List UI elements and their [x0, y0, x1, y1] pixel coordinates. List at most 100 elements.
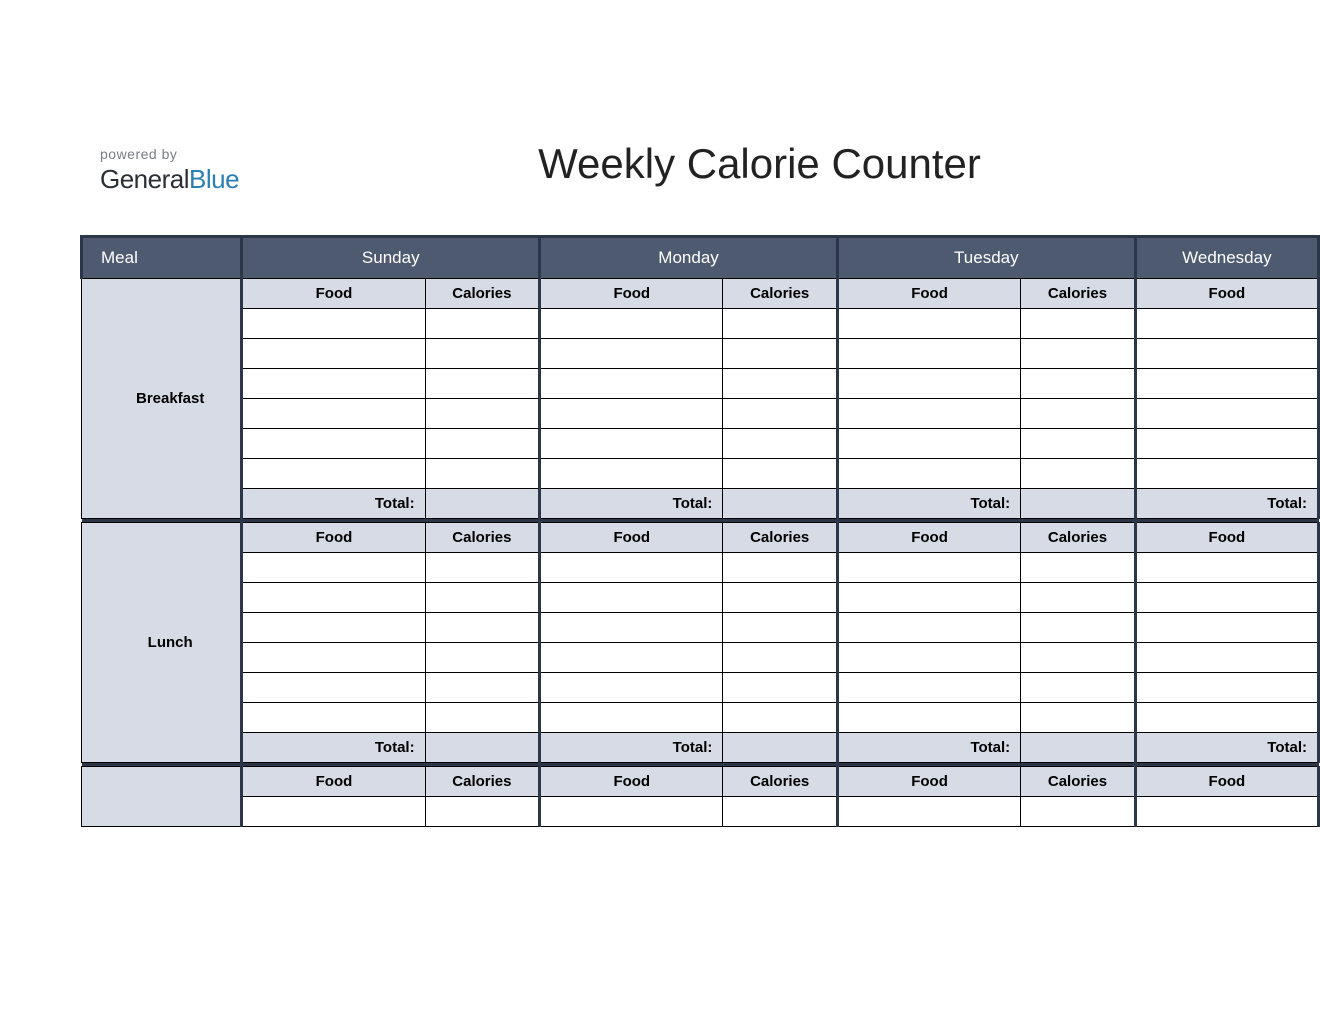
subheader-food: Food [1135, 767, 1318, 797]
calories-cell[interactable] [723, 553, 838, 583]
subheader-calories: Calories [1021, 767, 1136, 797]
calories-cell[interactable] [723, 643, 838, 673]
subheader-food: Food [242, 279, 425, 309]
calories-cell[interactable] [1021, 583, 1136, 613]
food-cell[interactable] [242, 643, 425, 673]
food-cell[interactable] [242, 339, 425, 369]
food-cell[interactable] [837, 309, 1020, 339]
food-cell[interactable] [1135, 399, 1318, 429]
calories-cell[interactable] [425, 673, 540, 703]
calories-cell[interactable] [425, 703, 540, 733]
food-cell[interactable] [242, 553, 425, 583]
calories-cell[interactable] [723, 797, 838, 827]
calories-cell[interactable] [723, 429, 838, 459]
food-cell[interactable] [837, 797, 1020, 827]
entry-row [82, 309, 1319, 339]
calories-cell[interactable] [1021, 429, 1136, 459]
calories-cell[interactable] [723, 583, 838, 613]
food-cell[interactable] [837, 643, 1020, 673]
calories-cell[interactable] [723, 459, 838, 489]
calories-cell[interactable] [425, 583, 540, 613]
food-cell[interactable] [837, 399, 1020, 429]
entry-row [82, 429, 1319, 459]
food-cell[interactable] [1135, 429, 1318, 459]
calories-cell[interactable] [425, 553, 540, 583]
food-cell[interactable] [540, 369, 723, 399]
calories-cell[interactable] [723, 673, 838, 703]
calories-cell[interactable] [1021, 613, 1136, 643]
food-cell[interactable] [540, 613, 723, 643]
food-cell[interactable] [1135, 797, 1318, 827]
food-cell[interactable] [1135, 369, 1318, 399]
calories-cell[interactable] [425, 429, 540, 459]
food-cell[interactable] [837, 459, 1020, 489]
calories-cell[interactable] [425, 643, 540, 673]
food-cell[interactable] [837, 703, 1020, 733]
food-cell[interactable] [1135, 703, 1318, 733]
calories-cell[interactable] [723, 399, 838, 429]
calories-cell[interactable] [1021, 703, 1136, 733]
food-cell[interactable] [242, 583, 425, 613]
food-cell[interactable] [837, 673, 1020, 703]
calories-cell[interactable] [425, 797, 540, 827]
food-cell[interactable] [1135, 553, 1318, 583]
calories-cell[interactable] [425, 309, 540, 339]
food-cell[interactable] [837, 339, 1020, 369]
calories-cell[interactable] [1021, 797, 1136, 827]
calories-cell[interactable] [1021, 459, 1136, 489]
calories-cell[interactable] [425, 613, 540, 643]
subheader-calories: Calories [723, 279, 838, 309]
calories-cell[interactable] [1021, 339, 1136, 369]
food-cell[interactable] [540, 553, 723, 583]
calories-cell[interactable] [425, 459, 540, 489]
food-cell[interactable] [1135, 309, 1318, 339]
food-cell[interactable] [1135, 459, 1318, 489]
food-cell[interactable] [837, 583, 1020, 613]
food-cell[interactable] [242, 309, 425, 339]
calorie-table: Meal Sunday Monday Tuesday Wednesday Bre… [80, 235, 1320, 827]
calories-cell[interactable] [723, 339, 838, 369]
food-cell[interactable] [540, 399, 723, 429]
calories-cell[interactable] [723, 309, 838, 339]
food-cell[interactable] [242, 459, 425, 489]
calories-cell[interactable] [723, 369, 838, 399]
calories-cell[interactable] [1021, 369, 1136, 399]
food-cell[interactable] [837, 553, 1020, 583]
calories-cell[interactable] [425, 399, 540, 429]
food-cell[interactable] [540, 459, 723, 489]
food-cell[interactable] [242, 673, 425, 703]
food-cell[interactable] [242, 429, 425, 459]
calories-cell[interactable] [425, 369, 540, 399]
food-cell[interactable] [242, 703, 425, 733]
food-cell[interactable] [837, 613, 1020, 643]
calories-cell[interactable] [1021, 399, 1136, 429]
food-cell[interactable] [242, 399, 425, 429]
food-cell[interactable] [540, 339, 723, 369]
food-cell[interactable] [540, 583, 723, 613]
food-cell[interactable] [837, 429, 1020, 459]
food-cell[interactable] [1135, 583, 1318, 613]
food-cell[interactable] [540, 429, 723, 459]
subheader-calories: Calories [425, 767, 540, 797]
calories-cell[interactable] [1021, 673, 1136, 703]
food-cell[interactable] [1135, 673, 1318, 703]
food-cell[interactable] [1135, 643, 1318, 673]
food-cell[interactable] [540, 309, 723, 339]
food-cell[interactable] [837, 369, 1020, 399]
calories-cell[interactable] [425, 339, 540, 369]
calories-cell[interactable] [723, 613, 838, 643]
calories-cell[interactable] [1021, 553, 1136, 583]
food-cell[interactable] [242, 797, 425, 827]
meal-label-lunch: Lunch [82, 523, 242, 763]
calories-cell[interactable] [1021, 309, 1136, 339]
food-cell[interactable] [540, 673, 723, 703]
food-cell[interactable] [540, 797, 723, 827]
food-cell[interactable] [1135, 613, 1318, 643]
food-cell[interactable] [242, 369, 425, 399]
food-cell[interactable] [242, 613, 425, 643]
calories-cell[interactable] [1021, 643, 1136, 673]
food-cell[interactable] [1135, 339, 1318, 369]
calories-cell[interactable] [723, 703, 838, 733]
food-cell[interactable] [540, 703, 723, 733]
food-cell[interactable] [540, 643, 723, 673]
